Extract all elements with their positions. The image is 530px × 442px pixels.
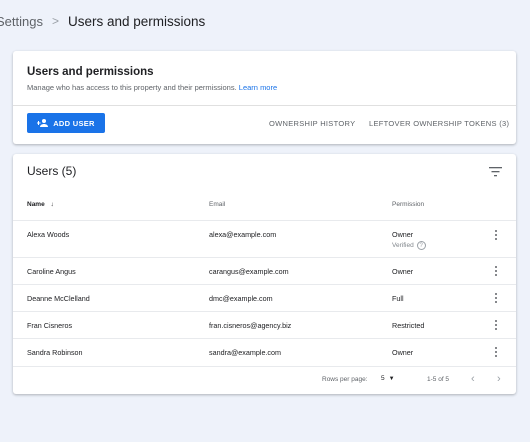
user-permission: Full — [392, 294, 404, 303]
table-row[interactable]: Deanne McClelland dmc@example.com Full — [13, 284, 516, 311]
more-vert-icon[interactable] — [494, 347, 498, 359]
verified-label: Verified — [392, 242, 414, 249]
breadcrumb-separator: > — [51, 14, 59, 28]
user-email: fran.cisneros@agency.biz — [209, 321, 292, 330]
ownership-history-button[interactable]: OWNERSHIP HISTORY — [269, 113, 355, 133]
table-row[interactable]: Caroline Angus carangus@example.com Owne… — [13, 257, 516, 284]
rows-per-page-value: 5 — [381, 375, 385, 382]
section-title: Users and permissions — [27, 66, 154, 78]
page-title: Users and permissions — [68, 13, 206, 29]
add-user-label: ADD USER — [53, 118, 95, 128]
filter-icon[interactable] — [489, 166, 502, 177]
verified-status: Verified ? — [392, 241, 426, 250]
column-header-name[interactable]: Name ↓ — [27, 201, 54, 208]
table-row[interactable]: Fran Cisneros fran.cisneros@agency.biz R… — [13, 311, 516, 338]
column-header-email: Email — [209, 201, 226, 208]
next-page-icon[interactable]: › — [497, 373, 501, 385]
section-description: Manage who has access to this property a… — [27, 83, 277, 92]
users-table-title: Users (5) — [27, 164, 77, 178]
arrow-down-icon: ↓ — [50, 201, 54, 208]
user-name: Deanne McClelland — [27, 294, 90, 303]
user-permission: Owner — [392, 267, 414, 276]
table-row[interactable]: Sandra Robinson sandra@example.com Owner — [13, 338, 516, 366]
users-permissions-header-card: Users and permissions Manage who has acc… — [13, 51, 516, 144]
user-email: sandra@example.com — [209, 348, 282, 357]
user-permission: Restricted — [392, 321, 425, 330]
rows-per-page-label: Rows per page: — [322, 376, 368, 383]
user-permission: Owner — [392, 348, 414, 357]
help-icon[interactable]: ? — [416, 241, 426, 250]
more-vert-icon[interactable] — [494, 266, 498, 278]
person-add-icon — [37, 119, 49, 127]
more-vert-icon[interactable] — [494, 293, 498, 305]
more-vert-icon[interactable] — [494, 230, 498, 242]
description-text: Manage who has access to this property a… — [27, 83, 237, 92]
user-email: alexa@example.com — [209, 230, 277, 239]
user-name: Fran Cisneros — [27, 321, 73, 330]
dropdown-arrow-icon: ▼ — [388, 375, 395, 382]
user-name: Caroline Angus — [27, 267, 76, 276]
user-name: Sandra Robinson — [27, 348, 83, 357]
user-permission: Owner — [392, 230, 414, 239]
table-pagination: Rows per page: 5 ▼ 1-5 of 5 ‹ › — [13, 366, 516, 394]
previous-page-icon[interactable]: ‹ — [471, 373, 475, 385]
column-header-name-label: Name — [27, 201, 45, 208]
add-user-button[interactable]: ADD USER — [27, 113, 105, 133]
leftover-ownership-tokens-button[interactable]: LEFTOVER OWNERSHIP TOKENS (3) — [369, 113, 509, 133]
column-header-permission: Permission — [392, 201, 425, 208]
table-row[interactable]: Alexa Woods alexa@example.com Owner Veri… — [13, 220, 516, 257]
user-name: Alexa Woods — [27, 230, 70, 239]
users-table-card: Users (5) Name ↓ Email Permission Alexa … — [13, 154, 516, 394]
rows-per-page-select[interactable]: 5 ▼ — [381, 375, 395, 382]
learn-more-link[interactable]: Learn more — [239, 83, 277, 92]
pagination-range: 1-5 of 5 — [427, 376, 450, 383]
breadcrumb: Settings > Users and permissions — [0, 12, 205, 30]
user-email: dmc@example.com — [209, 294, 273, 303]
user-email: carangus@example.com — [209, 267, 289, 276]
breadcrumb-settings[interactable]: Settings — [0, 14, 43, 29]
divider — [13, 105, 516, 106]
more-vert-icon[interactable] — [494, 320, 498, 332]
